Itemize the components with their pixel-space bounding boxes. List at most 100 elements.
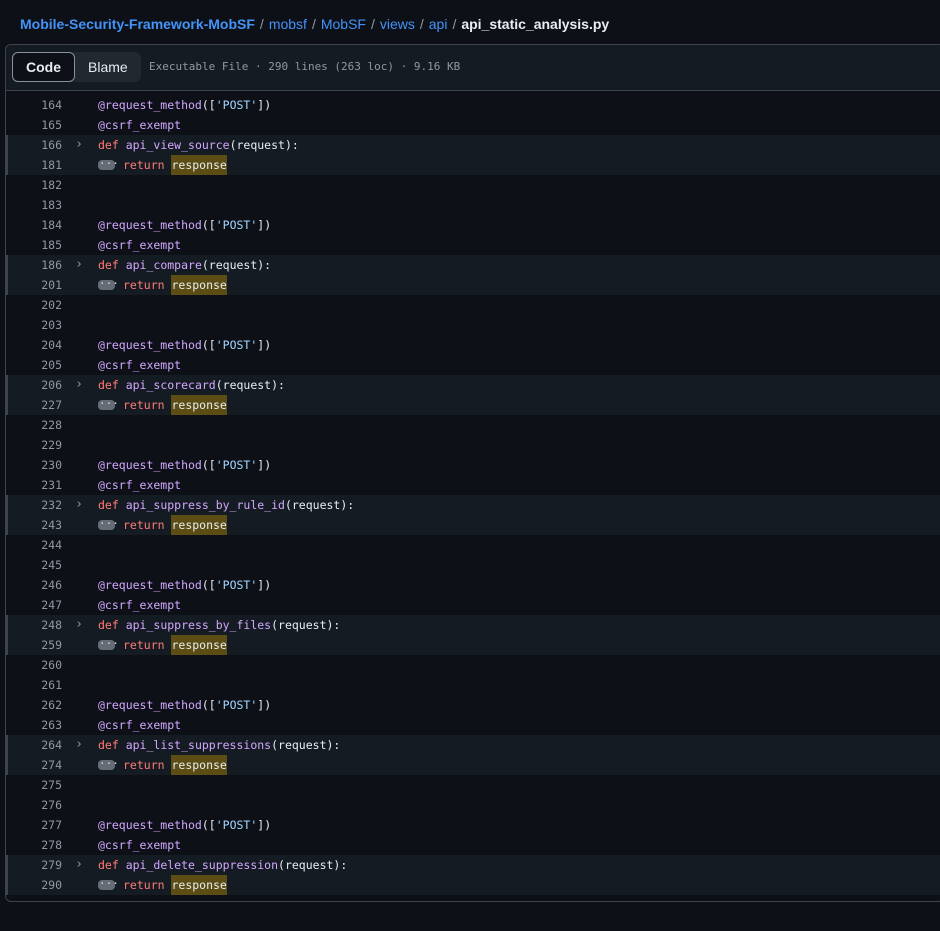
breadcrumb-repo-link[interactable]: Mobile-Security-Framework-MobSF — [20, 16, 255, 32]
line-number[interactable]: 290 — [6, 875, 62, 895]
decorator-token: @request_method — [98, 218, 202, 232]
breadcrumb-link-views[interactable]: views — [380, 16, 415, 32]
line-number[interactable]: 165 — [6, 115, 62, 135]
code-line: 245 — [6, 555, 940, 575]
chevron-right-icon[interactable]: › — [72, 135, 86, 155]
string-token: 'POST' — [215, 458, 258, 472]
line-number[interactable]: 229 — [6, 435, 62, 455]
ellipsis-icon[interactable] — [98, 394, 119, 414]
line-number[interactable]: 279 — [6, 855, 62, 875]
code-line: 262 @request_method(['POST']) — [6, 695, 940, 715]
line-number[interactable]: 228 — [6, 415, 62, 435]
line-number[interactable]: 277 — [6, 815, 62, 835]
params-token: (request): — [284, 498, 355, 512]
string-token: 'POST' — [215, 98, 258, 112]
line-number[interactable]: 260 — [6, 655, 62, 675]
code-line: 263 @csrf_exempt — [6, 715, 940, 735]
line-number[interactable]: 264 — [6, 735, 62, 755]
punctuation-token: ([ — [201, 698, 216, 712]
code-text: @request_method(['POST']) — [98, 815, 271, 835]
string-token: 'POST' — [215, 578, 258, 592]
line-number[interactable]: 182 — [6, 175, 62, 195]
chevron-right-icon[interactable]: › — [72, 255, 86, 275]
line-number[interactable]: 185 — [6, 235, 62, 255]
line-number[interactable]: 248 — [6, 615, 62, 635]
line-number[interactable]: 181 — [6, 155, 62, 175]
chevron-right-icon[interactable]: › — [72, 495, 86, 515]
chevron-right-icon[interactable]: › — [72, 855, 86, 875]
decorator-token: @request_method — [98, 458, 202, 472]
punctuation-token: ]) — [257, 818, 272, 832]
line-number[interactable]: 204 — [6, 335, 62, 355]
line-number[interactable]: 278 — [6, 835, 62, 855]
line-number[interactable]: 231 — [6, 475, 62, 495]
line-number[interactable]: 232 — [6, 495, 62, 515]
params-token: (request): — [271, 618, 341, 632]
chevron-right-icon[interactable]: › — [72, 375, 86, 395]
line-number[interactable]: 183 — [6, 195, 62, 215]
decorator-token: @csrf_exempt — [98, 238, 182, 252]
params-token: (request): — [215, 378, 285, 392]
ellipsis-icon[interactable] — [98, 514, 119, 534]
code-line: 244 — [6, 535, 940, 555]
line-number[interactable]: 245 — [6, 555, 62, 575]
code-text: @request_method(['POST']) — [98, 455, 271, 475]
ellipsis-icon[interactable] — [98, 154, 119, 174]
view-switcher: Code Blame — [12, 52, 141, 82]
code-line: 165 @csrf_exempt — [6, 115, 940, 135]
code-text: @request_method(['POST']) — [98, 695, 271, 715]
line-number[interactable]: 262 — [6, 695, 62, 715]
breadcrumb-separator: / — [419, 16, 424, 32]
line-number[interactable]: 202 — [6, 295, 62, 315]
line-number[interactable]: 164 — [6, 95, 62, 115]
decorator-token: @csrf_exempt — [98, 598, 182, 612]
ellipsis-icon[interactable] — [98, 754, 119, 774]
breadcrumb-separator: / — [259, 16, 264, 32]
chevron-right-icon[interactable]: › — [72, 615, 86, 635]
line-number[interactable]: 186 — [6, 255, 62, 275]
line-number[interactable]: 247 — [6, 595, 62, 615]
ellipsis-icon[interactable] — [98, 634, 119, 654]
code-text: return response — [98, 274, 227, 295]
line-number[interactable]: 261 — [6, 675, 62, 695]
line-number[interactable]: 201 — [6, 275, 62, 295]
line-number[interactable]: 184 — [6, 215, 62, 235]
line-number[interactable]: 243 — [6, 515, 62, 535]
code-line: 228 — [6, 415, 940, 435]
line-number[interactable]: 263 — [6, 715, 62, 735]
line-number[interactable]: 205 — [6, 355, 62, 375]
line-number[interactable]: 244 — [6, 535, 62, 555]
line-number[interactable]: 276 — [6, 795, 62, 815]
line-number[interactable]: 166 — [6, 135, 62, 155]
keyword-token: def — [98, 498, 126, 512]
code-line: 181 return response — [6, 154, 940, 175]
code-view: 164 @request_method(['POST']) 165 @csrf_exe… — [6, 95, 940, 895]
line-number[interactable]: 274 — [6, 755, 62, 775]
line-number[interactable]: 275 — [6, 775, 62, 795]
highlighted-match: response — [171, 275, 227, 295]
line-number[interactable]: 259 — [6, 635, 62, 655]
line-number[interactable]: 227 — [6, 395, 62, 415]
line-number[interactable]: 230 — [6, 455, 62, 475]
code-line: 290 return response — [6, 874, 940, 895]
code-text: def api_list_suppressions(request): — [98, 735, 340, 755]
decorator-token: @csrf_exempt — [98, 478, 182, 492]
code-line: 184 @request_method(['POST']) — [6, 215, 940, 235]
line-number[interactable]: 246 — [6, 575, 62, 595]
breadcrumb-separator: / — [452, 16, 457, 32]
chevron-right-icon[interactable]: › — [72, 735, 86, 755]
ellipsis-icon[interactable] — [98, 274, 119, 294]
keyword-token: def — [98, 378, 126, 392]
line-number[interactable]: 206 — [6, 375, 62, 395]
breadcrumb-link-mobsf[interactable]: mobsf — [269, 16, 307, 32]
breadcrumb-link-mobsf[interactable]: MobSF — [321, 16, 366, 32]
line-number[interactable]: 203 — [6, 315, 62, 335]
params-token: (request): — [278, 858, 348, 872]
params-token: (request): — [271, 738, 341, 752]
breadcrumb-link-api[interactable]: api — [429, 16, 448, 32]
highlighted-match: response — [171, 515, 227, 535]
ellipsis-icon[interactable] — [98, 874, 119, 894]
code-tab[interactable]: Code — [12, 52, 75, 82]
blame-tab[interactable]: Blame — [75, 52, 141, 82]
file-toolbar: Code Blame Executable File · 290 lines (… — [6, 45, 940, 91]
